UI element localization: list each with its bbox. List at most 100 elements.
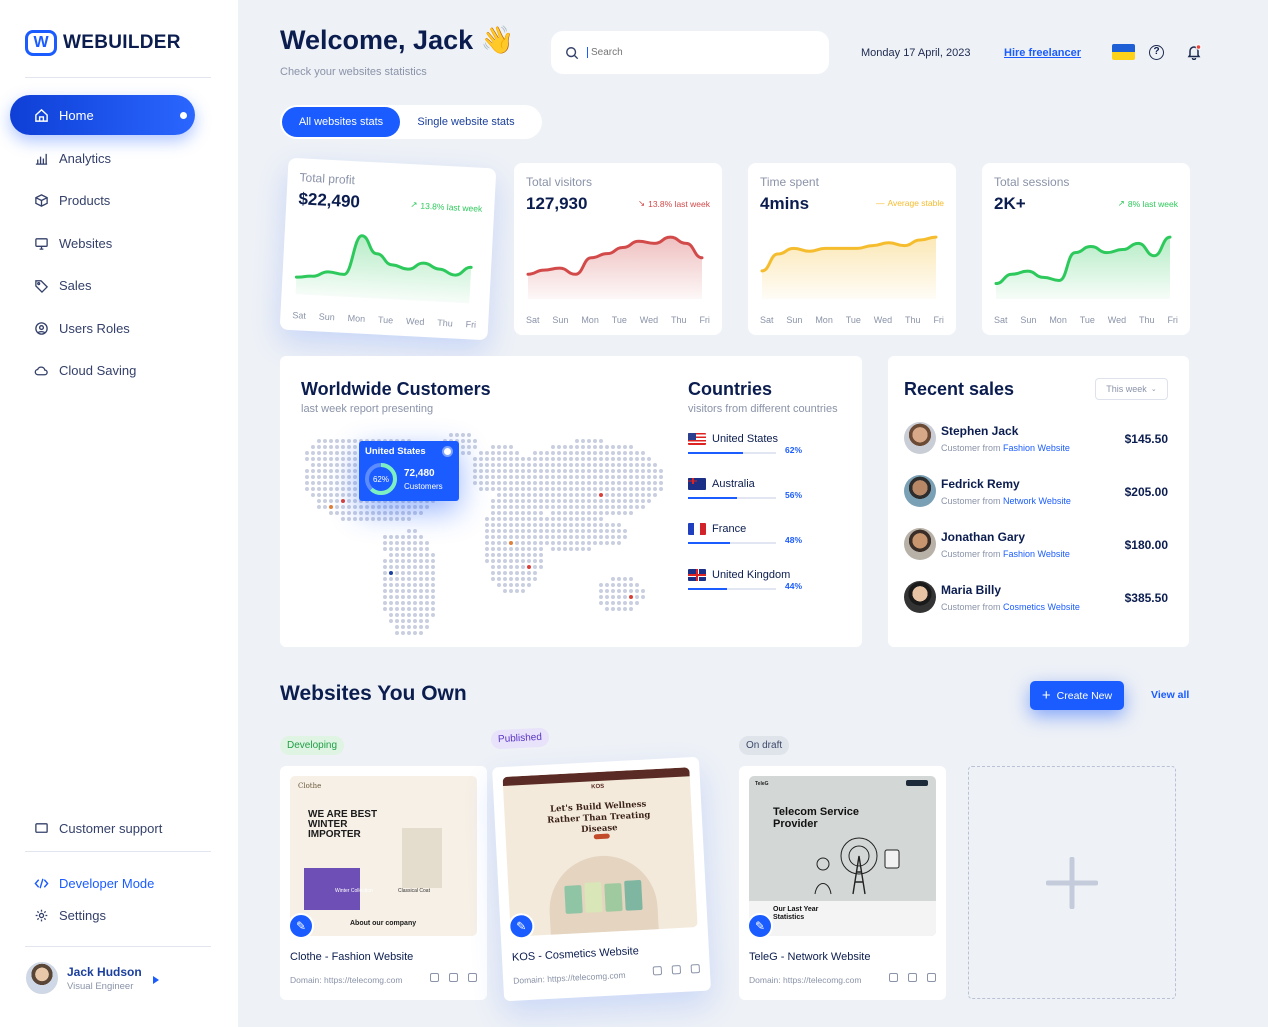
sidebar-item-users-roles[interactable]: Users Roles <box>10 308 195 348</box>
stat-card[interactable]: Time spent 4mins — Average stable Sat Sun Mon T… <box>748 163 956 335</box>
sidebar-item-products[interactable]: Products <box>10 180 195 220</box>
map-dot <box>569 451 573 455</box>
preview-icon[interactable] <box>671 964 682 975</box>
map-dot <box>503 481 507 485</box>
source-website-link[interactable]: Fashion Website <box>1003 549 1070 559</box>
map-dot <box>539 451 543 455</box>
search-box[interactable] <box>551 31 829 74</box>
add-website-card[interactable] <box>968 766 1176 999</box>
website-name: TeleG - Network Website <box>749 951 871 963</box>
stat-sparkline <box>294 234 473 304</box>
delete-icon[interactable] <box>927 973 936 982</box>
map-dot <box>629 457 633 461</box>
external-link-icon[interactable] <box>430 973 439 982</box>
map-dot <box>533 463 537 467</box>
source-website-link[interactable]: Cosmetics Website <box>1003 602 1080 612</box>
map-dot <box>623 499 627 503</box>
website-thumbnail[interactable]: TeleG Telecom Service Provider Our Last … <box>749 776 936 936</box>
map-dot <box>599 523 603 527</box>
stat-card[interactable]: Total visitors 127,930 ↘ 13.8% last week Sat… <box>514 163 722 335</box>
help-icon[interactable]: ? <box>1149 45 1164 60</box>
map-dot <box>593 499 597 503</box>
source-website-link[interactable]: Network Website <box>1003 496 1071 506</box>
map-dot <box>527 553 531 557</box>
map-dot <box>431 583 435 587</box>
map-dot <box>551 547 555 551</box>
sidebar-item-home[interactable]: Home <box>10 95 195 135</box>
logo[interactable]: W WEBUILDER <box>25 30 181 56</box>
map-dot <box>581 541 585 545</box>
sidebar-item-analytics[interactable]: Analytics <box>10 138 195 178</box>
map-dot <box>641 595 645 599</box>
map-dot <box>539 523 543 527</box>
map-dot <box>503 457 507 461</box>
delete-icon[interactable] <box>468 973 477 982</box>
country-row[interactable]: France 48% <box>688 523 804 545</box>
map-dot <box>341 463 345 467</box>
edit-button[interactable]: ✎ <box>747 913 773 939</box>
map-dot <box>341 505 345 509</box>
world-map[interactable] <box>300 425 670 637</box>
delete-icon[interactable] <box>690 963 701 974</box>
map-dot <box>599 439 603 443</box>
tab-single-website-stats[interactable]: Single website stats <box>404 107 528 137</box>
search-input[interactable] <box>587 47 807 58</box>
caret-right-icon[interactable] <box>153 976 159 984</box>
user-profile[interactable]: Jack Hudson Visual Engineer <box>26 962 142 994</box>
sale-row[interactable]: Fedrick Remy Customer from Network Websit… <box>904 475 1168 509</box>
create-new-button[interactable]: + Create New <box>1030 681 1124 710</box>
country-row[interactable]: Australia 56% <box>688 478 804 500</box>
bell-icon[interactable] <box>1186 44 1202 60</box>
external-link-icon[interactable] <box>652 965 663 976</box>
period-select[interactable]: This week ⌄ <box>1095 378 1168 400</box>
map-dot <box>467 451 471 455</box>
map-dot <box>431 577 435 581</box>
edit-button[interactable]: ✎ <box>507 912 536 940</box>
ukraine-flag-icon[interactable] <box>1112 44 1135 60</box>
stat-card[interactable]: Total profit $22,490 ↗ 13.8% last week Sat Su… <box>279 157 497 341</box>
tab-all-websites-stats[interactable]: All websites stats <box>282 107 400 137</box>
map-dot <box>545 493 549 497</box>
day-label: Mon <box>1049 315 1067 325</box>
website-card-kos[interactable]: KOS Let's Build Wellness Rather Than Tre… <box>492 756 711 1002</box>
hire-freelancer-link[interactable]: Hire freelancer <box>1004 47 1081 59</box>
map-dot <box>617 463 621 467</box>
source-website-link[interactable]: Fashion Website <box>1003 443 1070 453</box>
sale-row[interactable]: Jonathan Gary Customer from Fashion Websi… <box>904 528 1168 562</box>
preview-icon[interactable] <box>449 973 458 982</box>
thumb-subheading: Our Last Year Statistics <box>773 906 819 921</box>
edit-button[interactable]: ✎ <box>288 913 314 939</box>
sidebar-item-sales[interactable]: Sales <box>10 265 195 305</box>
website-card-teleg[interactable]: TeleG Telecom Service Provider Our Last … <box>739 766 946 1000</box>
sidebar-item-cloud-saving[interactable]: Cloud Saving <box>10 350 195 390</box>
external-link-icon[interactable] <box>889 973 898 982</box>
preview-icon[interactable] <box>908 973 917 982</box>
map-dot <box>497 571 501 575</box>
sidebar-item-customer-support[interactable]: Customer support <box>10 808 195 848</box>
country-row[interactable]: United Kingdom 44% <box>688 569 804 591</box>
map-dot <box>509 577 513 581</box>
sale-row[interactable]: Maria Billy Customer from Cosmetics Websi… <box>904 581 1168 615</box>
map-dot <box>563 505 567 509</box>
sidebar-item-settings[interactable]: Settings <box>10 895 195 935</box>
map-dot <box>587 541 591 545</box>
day-label: Sun <box>318 311 336 323</box>
stat-card[interactable]: Total sessions 2K+ ↗ 8% last week Sat Sun Mon T… <box>982 163 1190 335</box>
website-thumbnail[interactable]: KOS Let's Build Wellness Rather Than Tre… <box>502 767 698 937</box>
worldwide-customers-title: Worldwide Customers <box>301 379 491 399</box>
website-thumbnail[interactable]: Clothe WE ARE BEST WINTER IMPORTER Winte… <box>290 776 477 936</box>
website-card-clothe[interactable]: Clothe WE ARE BEST WINTER IMPORTER Winte… <box>280 766 487 1000</box>
map-dot <box>473 463 477 467</box>
map-dot <box>569 517 573 521</box>
country-row[interactable]: United States 62% <box>688 433 804 455</box>
map-dot <box>401 565 405 569</box>
sale-row[interactable]: Stephen Jack Customer from Fashion Websit… <box>904 422 1168 456</box>
thumb-logo: KOS <box>591 783 605 791</box>
map-dot <box>587 547 591 551</box>
map-dot <box>497 481 501 485</box>
country-percent: 48% <box>784 535 802 545</box>
map-dot <box>593 523 597 527</box>
map-dot <box>641 487 645 491</box>
sidebar-item-websites[interactable]: Websites <box>10 223 195 263</box>
view-all-link[interactable]: View all <box>1151 689 1189 701</box>
